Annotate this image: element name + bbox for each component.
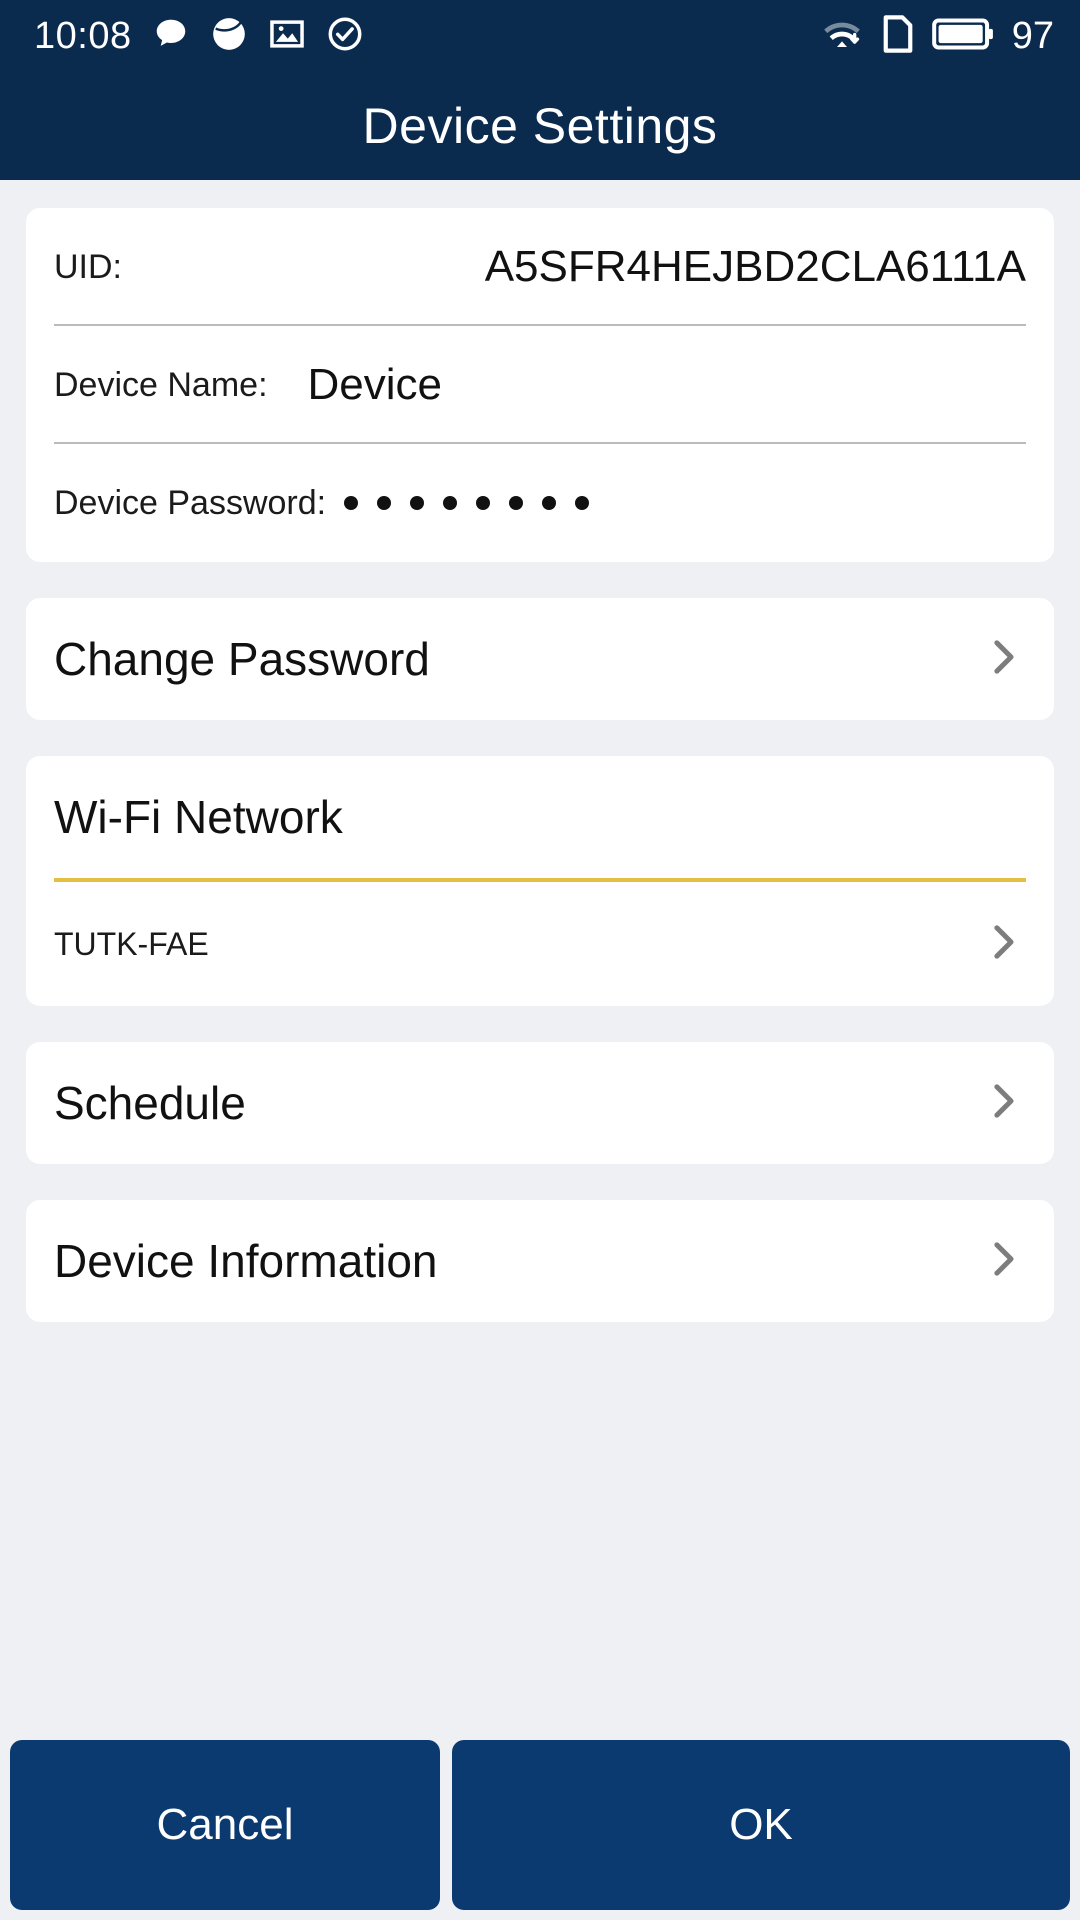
chevron-right-icon[interactable] — [980, 1236, 1026, 1287]
change-password-label: Change Password — [54, 633, 430, 685]
wifi-ssid-label: TUTK-FAE — [54, 925, 209, 962]
chevron-right-icon[interactable] — [980, 1078, 1026, 1129]
settings-content: UID: A5SFR4HEJBD2CLA6111A Device Name: D… — [0, 180, 1080, 1732]
device-information-row[interactable]: Device Information — [26, 1200, 1054, 1322]
password-dot — [443, 496, 458, 510]
device-information-label: Device Information — [54, 1235, 438, 1287]
chevron-right-icon[interactable] — [980, 919, 1026, 970]
password-dot — [377, 496, 392, 510]
password-dot — [509, 496, 524, 510]
wifi-network-header: Wi-Fi Network — [54, 756, 1026, 878]
status-bar-left-group: 10:08 — [34, 15, 364, 58]
status-bar-clock: 10:08 — [34, 15, 132, 57]
battery-percentage-label: 97 — [1011, 15, 1054, 57]
uid-value: A5SFR4HEJBD2CLA6111A — [484, 242, 1026, 291]
page-title: Device Settings — [362, 98, 718, 154]
wifi-network-title: Wi-Fi Network — [54, 791, 343, 843]
ok-button[interactable]: OK — [452, 1740, 1070, 1910]
app-title-bar: Device Settings — [0, 72, 1080, 180]
uid-label: UID: — [54, 247, 122, 286]
message-bubble-icon — [152, 15, 190, 58]
image-photo-icon — [268, 15, 306, 58]
device-name-row[interactable]: Device Name: Device — [54, 326, 1026, 444]
device-info-card: UID: A5SFR4HEJBD2CLA6111A Device Name: D… — [26, 208, 1054, 562]
device-password-label: Device Password: — [54, 483, 327, 522]
wifi-download-icon — [820, 14, 864, 59]
password-dot — [344, 496, 359, 510]
wifi-network-card: Wi-Fi Network TUTK-FAE — [26, 756, 1054, 1006]
device-name-input[interactable]: Device — [308, 360, 443, 410]
battery-icon — [931, 15, 994, 58]
device-name-label: Device Name: — [54, 365, 268, 404]
device-password-row[interactable]: Device Password: — [54, 444, 1026, 562]
cancel-button[interactable]: Cancel — [10, 1740, 440, 1910]
password-dot — [542, 496, 557, 510]
password-dot — [476, 496, 491, 510]
device-password-masked-value[interactable] — [344, 496, 590, 510]
status-bar-right-group: 97 — [820, 13, 1054, 60]
health-plus-circle-icon — [210, 15, 248, 58]
check-circle-icon — [326, 15, 364, 58]
footer-button-bar: Cancel OK — [0, 1732, 1080, 1920]
change-password-row[interactable]: Change Password — [26, 598, 1054, 720]
status-bar: 10:08 97 — [0, 0, 1080, 72]
password-dot — [575, 496, 590, 510]
device-settings-screen: 10:08 97 Device Settings UID: A5SFR4HEJB… — [0, 0, 1080, 1920]
wifi-ssid-row[interactable]: TUTK-FAE — [54, 882, 1026, 1006]
sim-card-icon — [880, 13, 916, 60]
password-dot — [410, 496, 425, 510]
schedule-row[interactable]: Schedule — [26, 1042, 1054, 1164]
uid-row: UID: A5SFR4HEJBD2CLA6111A — [54, 208, 1026, 326]
schedule-label: Schedule — [54, 1077, 246, 1129]
chevron-right-icon[interactable] — [980, 634, 1026, 685]
